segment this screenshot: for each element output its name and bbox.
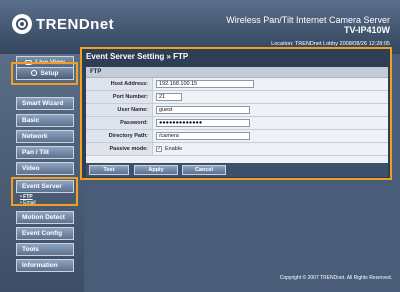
passive-mode-row: Passive mode: ✓ Enable [86, 143, 388, 156]
field-label: Passive mode: [86, 143, 153, 155]
trendnet-logo-icon [12, 14, 32, 34]
setup-label: Setup [40, 70, 59, 77]
gear-icon [31, 70, 38, 77]
nav-event-config[interactable]: Event Config [16, 227, 74, 240]
button-row: Test Apply Cancel [86, 163, 388, 177]
nav-network[interactable]: Network [16, 130, 74, 143]
nav-tools[interactable]: Tools [16, 243, 74, 256]
nav-smart-wizard[interactable]: Smart Wizard [16, 97, 74, 110]
settings-panel: Event Server Setting » FTP FTP Host Addr… [80, 47, 392, 180]
password-row: Password: ●●●●●●●●●●●●● [86, 117, 388, 130]
field-label: User Name: [86, 104, 153, 116]
product-model: TV-IP410W [343, 25, 390, 35]
test-button[interactable]: Test [89, 165, 129, 175]
host-address-input[interactable]: 192.168.100.15 [156, 80, 254, 88]
header-bar: TRENDnet Wireless Pan/Tilt Internet Came… [0, 0, 400, 54]
field-label: Password: [86, 117, 153, 129]
nav-information[interactable]: Information [16, 259, 74, 272]
port-number-input[interactable]: 21 [156, 93, 182, 101]
trendnet-logo: TRENDnet [12, 14, 114, 34]
field-label: Port Number: [86, 91, 153, 103]
setup-button[interactable]: Setup [16, 67, 74, 80]
page-title: Event Server Setting » FTP [86, 52, 189, 61]
user-name-row: User Name: guest [86, 104, 388, 117]
password-input[interactable]: ●●●●●●●●●●●●● [156, 119, 250, 127]
field-label: Directory Path: [86, 130, 153, 142]
enable-label: Enable [165, 146, 183, 152]
nav-pan-tilt[interactable]: Pan / Tilt [16, 146, 74, 159]
user-name-input[interactable]: guest [156, 106, 250, 114]
section-header: FTP [86, 67, 388, 78]
cancel-button[interactable]: Cancel [182, 165, 226, 175]
ftp-form: FTP Host Address: 192.168.100.15 Port Nu… [86, 67, 388, 177]
passive-mode-checkbox[interactable]: ✓ [156, 146, 162, 152]
host-address-row: Host Address: 192.168.100.15 [86, 78, 388, 91]
directory-path-input[interactable]: /camera [156, 132, 250, 140]
field-label: Host Address: [86, 78, 153, 90]
apply-button[interactable]: Apply [134, 165, 178, 175]
logo-text: TRENDnet [36, 15, 115, 33]
sub-email[interactable]: • Email [20, 200, 36, 206]
nav-event-server[interactable]: Event Server [16, 180, 74, 193]
port-number-row: Port Number: 21 [86, 91, 388, 104]
product-title: Wireless Pan/Tilt Internet Camera Server… [226, 15, 390, 35]
nav-motion-detect[interactable]: Motion Detect [16, 211, 74, 224]
copyright-text: Copyright © 2007 TRENDnet. All Rights Re… [279, 275, 392, 281]
directory-path-row: Directory Path: /camera [86, 130, 388, 143]
product-name: Wireless Pan/Tilt Internet Camera Server [226, 15, 390, 25]
nav-basic[interactable]: Basic [16, 114, 74, 127]
nav-video[interactable]: Video [16, 162, 74, 175]
